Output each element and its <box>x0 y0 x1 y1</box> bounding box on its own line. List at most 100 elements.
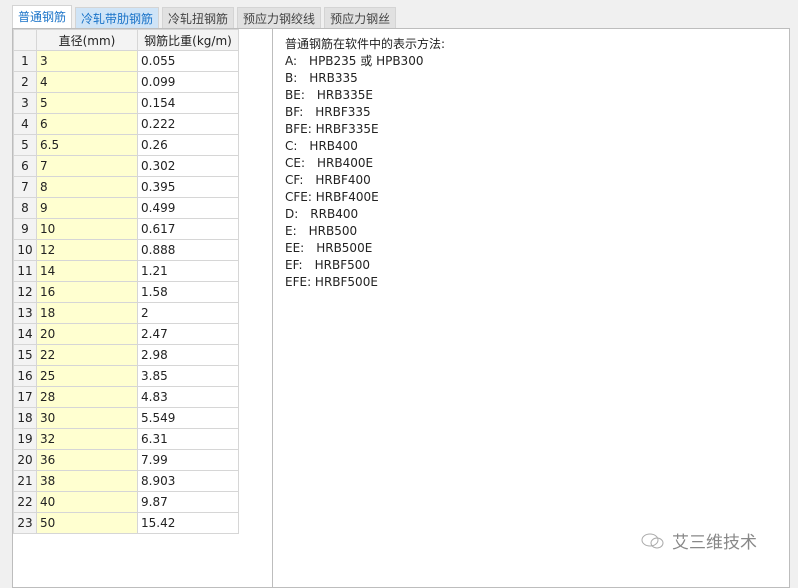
diameter-cell[interactable]: 6 <box>36 113 138 135</box>
row-number: 2 <box>13 71 37 93</box>
tab-3[interactable]: 预应力钢绞线 <box>237 7 322 29</box>
row-number: 5 <box>13 134 37 156</box>
diameter-cell[interactable]: 22 <box>36 344 138 366</box>
diameter-cell[interactable]: 8 <box>36 176 138 198</box>
diameter-cell[interactable]: 30 <box>36 407 138 429</box>
weight-cell[interactable]: 0.888 <box>137 239 239 261</box>
table-row[interactable]: 10 12 0.888 <box>13 239 239 261</box>
diameter-cell[interactable]: 28 <box>36 386 138 408</box>
diameter-cell[interactable]: 4 <box>36 71 138 93</box>
row-number: 22 <box>13 491 37 513</box>
table-row[interactable]: 7 8 0.395 <box>13 176 239 198</box>
weight-cell[interactable]: 2.47 <box>137 323 239 345</box>
table-row[interactable]: 19 32 6.31 <box>13 428 239 450</box>
weight-cell[interactable]: 4.83 <box>137 386 239 408</box>
diameter-cell[interactable]: 18 <box>36 302 138 324</box>
weight-cell[interactable]: 3.85 <box>137 365 239 387</box>
table-row[interactable]: 8 9 0.499 <box>13 197 239 219</box>
weight-cell[interactable]: 0.099 <box>137 71 239 93</box>
weight-cell[interactable]: 0.26 <box>137 134 239 156</box>
diameter-cell[interactable]: 50 <box>36 512 138 534</box>
diameter-cell[interactable]: 12 <box>36 239 138 261</box>
row-number: 9 <box>13 218 37 240</box>
diameter-cell[interactable]: 32 <box>36 428 138 450</box>
row-number: 13 <box>13 302 37 324</box>
wechat-icon <box>641 533 664 548</box>
header-diameter: 直径(mm) <box>36 29 138 51</box>
table-row[interactable]: 4 6 0.222 <box>13 113 239 135</box>
note-line: C: HRB400 <box>285 139 358 153</box>
scrollbar[interactable] <box>790 28 798 577</box>
note-line: EFE: HRBF500E <box>285 275 378 289</box>
tab-2[interactable]: 冷轧扭钢筋 <box>162 7 235 29</box>
diameter-cell[interactable]: 14 <box>36 260 138 282</box>
note-line: B: HRB335 <box>285 71 358 85</box>
note-line: 普通钢筋在软件中的表示方法: <box>285 37 446 51</box>
weight-cell[interactable]: 0.302 <box>137 155 239 177</box>
weight-cell[interactable]: 0.222 <box>137 113 239 135</box>
weight-cell[interactable]: 6.31 <box>137 428 239 450</box>
row-number: 12 <box>13 281 37 303</box>
weight-cell[interactable]: 0.395 <box>137 176 239 198</box>
table-row[interactable]: 5 6.5 0.26 <box>13 134 239 156</box>
diameter-cell[interactable]: 7 <box>36 155 138 177</box>
table-row[interactable]: 15 22 2.98 <box>13 344 239 366</box>
diameter-cell[interactable]: 5 <box>36 92 138 114</box>
weight-cell[interactable]: 2.98 <box>137 344 239 366</box>
diameter-cell[interactable]: 16 <box>36 281 138 303</box>
table-row[interactable]: 14 20 2.47 <box>13 323 239 345</box>
weight-cell[interactable]: 9.87 <box>137 491 239 513</box>
table-row[interactable]: 11 14 1.21 <box>13 260 239 282</box>
diameter-cell[interactable]: 38 <box>36 470 138 492</box>
table-row[interactable]: 22 40 9.87 <box>13 491 239 513</box>
row-number: 20 <box>13 449 37 471</box>
table-row[interactable]: 20 36 7.99 <box>13 449 239 471</box>
table-row[interactable]: 21 38 8.903 <box>13 470 239 492</box>
note-line: CE: HRB400E <box>285 156 374 170</box>
row-number: 1 <box>13 50 37 72</box>
table-row[interactable]: 9 10 0.617 <box>13 218 239 240</box>
table-row[interactable]: 6 7 0.302 <box>13 155 239 177</box>
weight-cell[interactable]: 15.42 <box>137 512 239 534</box>
table-row[interactable]: 18 30 5.549 <box>13 407 239 429</box>
header-rownum <box>13 29 37 51</box>
table-row[interactable]: 2 4 0.099 <box>13 71 239 93</box>
table-row[interactable]: 17 28 4.83 <box>13 386 239 408</box>
diameter-cell[interactable]: 25 <box>36 365 138 387</box>
diameter-cell[interactable]: 36 <box>36 449 138 471</box>
table-row[interactable]: 1 3 0.055 <box>13 50 239 72</box>
note-line: E: HRB500 <box>285 224 358 238</box>
notes-panel: 普通钢筋在软件中的表示方法: A: HPB235 或 HPB300 B: HRB33… <box>272 28 790 588</box>
weight-cell[interactable]: 1.58 <box>137 281 239 303</box>
weight-cell[interactable]: 2 <box>137 302 239 324</box>
weight-cell[interactable]: 0.617 <box>137 218 239 240</box>
row-number: 6 <box>13 155 37 177</box>
note-line: CF: HRBF400 <box>285 173 371 187</box>
diameter-cell[interactable]: 3 <box>36 50 138 72</box>
note-line: A: HPB235 或 HPB300 <box>285 54 424 68</box>
weight-cell[interactable]: 8.903 <box>137 470 239 492</box>
diameter-cell[interactable]: 10 <box>36 218 138 240</box>
diameter-cell[interactable]: 6.5 <box>36 134 138 156</box>
table-row[interactable]: 23 50 15.42 <box>13 512 239 534</box>
tab-1[interactable]: 冷轧带肋钢筋 <box>75 7 160 29</box>
rebar-table-panel: 直径(mm) 钢筋比重(kg/m) 1 3 0.055 2 4 0.099 3 5 0.154 4… <box>12 28 273 588</box>
tab-0[interactable]: 普通钢筋 <box>12 5 73 29</box>
table-row[interactable]: 13 18 2 <box>13 302 239 324</box>
weight-cell[interactable]: 7.99 <box>137 449 239 471</box>
diameter-cell[interactable]: 20 <box>36 323 138 345</box>
row-number: 11 <box>13 260 37 282</box>
weight-cell[interactable]: 5.549 <box>137 407 239 429</box>
table-row[interactable]: 16 25 3.85 <box>13 365 239 387</box>
weight-cell[interactable]: 0.055 <box>137 50 239 72</box>
tab-4[interactable]: 预应力钢丝 <box>324 7 397 29</box>
weight-cell[interactable]: 1.21 <box>137 260 239 282</box>
diameter-cell[interactable]: 9 <box>36 197 138 219</box>
table-row[interactable]: 3 5 0.154 <box>13 92 239 114</box>
diameter-cell[interactable]: 40 <box>36 491 138 513</box>
weight-cell[interactable]: 0.499 <box>137 197 239 219</box>
weight-cell[interactable]: 0.154 <box>137 92 239 114</box>
note-line: BFE: HRBF335E <box>285 122 379 136</box>
watermark-text: 艾三维技术 <box>672 533 757 553</box>
table-row[interactable]: 12 16 1.58 <box>13 281 239 303</box>
